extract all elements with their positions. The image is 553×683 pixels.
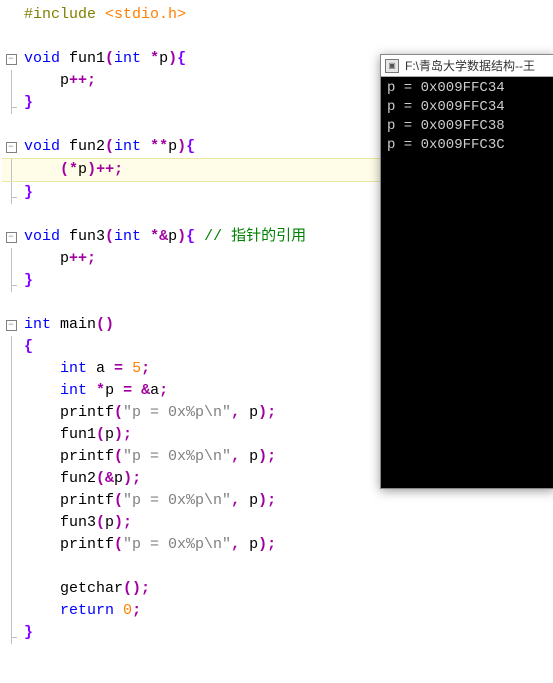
console-titlebar[interactable]: ▣ F:\青岛大学数据结构--王 xyxy=(381,55,553,77)
fold-gutter[interactable]: − xyxy=(2,48,20,70)
console-line: p = 0x009FFC34 xyxy=(387,79,548,98)
code-line[interactable] xyxy=(2,26,553,48)
console-line: p = 0x009FFC3C xyxy=(387,136,548,155)
fold-gutter xyxy=(2,600,20,622)
fold-gutter[interactable]: − xyxy=(2,226,20,248)
code-line[interactable]: } xyxy=(2,622,553,644)
fold-gutter xyxy=(2,204,20,226)
code-text[interactable] xyxy=(20,556,553,578)
code-text[interactable]: return 0; xyxy=(20,600,553,622)
code-text[interactable]: printf("p = 0x%p\n", p); xyxy=(20,490,553,512)
fold-gutter xyxy=(2,182,20,204)
fold-gutter xyxy=(2,512,20,534)
console-window: ▣ F:\青岛大学数据结构--王 p = 0x009FFC34p = 0x009… xyxy=(380,54,553,489)
fold-gutter xyxy=(2,556,20,578)
code-line[interactable] xyxy=(2,556,553,578)
fold-gutter xyxy=(2,534,20,556)
code-line[interactable]: return 0; xyxy=(2,600,553,622)
fold-gutter xyxy=(2,70,20,92)
fold-gutter xyxy=(2,468,20,490)
console-app-icon: ▣ xyxy=(385,59,399,73)
fold-gutter xyxy=(2,336,20,358)
code-text[interactable]: #include <stdio.h> xyxy=(20,4,553,26)
code-line[interactable]: getchar(); xyxy=(2,578,553,600)
fold-gutter xyxy=(2,114,20,136)
code-text[interactable]: printf("p = 0x%p\n", p); xyxy=(20,534,553,556)
fold-gutter xyxy=(2,402,20,424)
code-text[interactable]: fun3(p); xyxy=(20,512,553,534)
fold-gutter xyxy=(2,270,20,292)
fold-minus-icon[interactable]: − xyxy=(6,320,17,331)
code-text[interactable] xyxy=(20,26,553,48)
fold-gutter xyxy=(2,4,20,26)
fold-minus-icon[interactable]: − xyxy=(6,142,17,153)
fold-minus-icon[interactable]: − xyxy=(6,232,17,243)
console-title-text: F:\青岛大学数据结构--王 xyxy=(405,57,535,74)
code-line[interactable]: printf("p = 0x%p\n", p); xyxy=(2,490,553,512)
console-line: p = 0x009FFC34 xyxy=(387,98,548,117)
code-text[interactable]: } xyxy=(20,622,553,644)
fold-gutter xyxy=(2,578,20,600)
fold-gutter xyxy=(2,622,20,644)
fold-gutter xyxy=(2,380,20,402)
code-line[interactable]: fun3(p); xyxy=(2,512,553,534)
code-text[interactable]: getchar(); xyxy=(20,578,553,600)
fold-gutter xyxy=(2,424,20,446)
fold-minus-icon[interactable]: − xyxy=(6,54,17,65)
fold-gutter xyxy=(2,358,20,380)
fold-gutter xyxy=(2,292,20,314)
console-line: p = 0x009FFC38 xyxy=(387,117,548,136)
code-line[interactable]: #include <stdio.h> xyxy=(2,4,553,26)
fold-gutter xyxy=(2,490,20,512)
fold-gutter xyxy=(2,92,20,114)
fold-gutter[interactable]: − xyxy=(2,314,20,336)
fold-gutter xyxy=(2,446,20,468)
fold-gutter xyxy=(2,159,20,181)
fold-gutter xyxy=(2,26,20,48)
code-line[interactable]: printf("p = 0x%p\n", p); xyxy=(2,534,553,556)
console-output: p = 0x009FFC34p = 0x009FFC34p = 0x009FFC… xyxy=(381,77,553,157)
fold-gutter[interactable]: − xyxy=(2,136,20,158)
fold-gutter xyxy=(2,248,20,270)
